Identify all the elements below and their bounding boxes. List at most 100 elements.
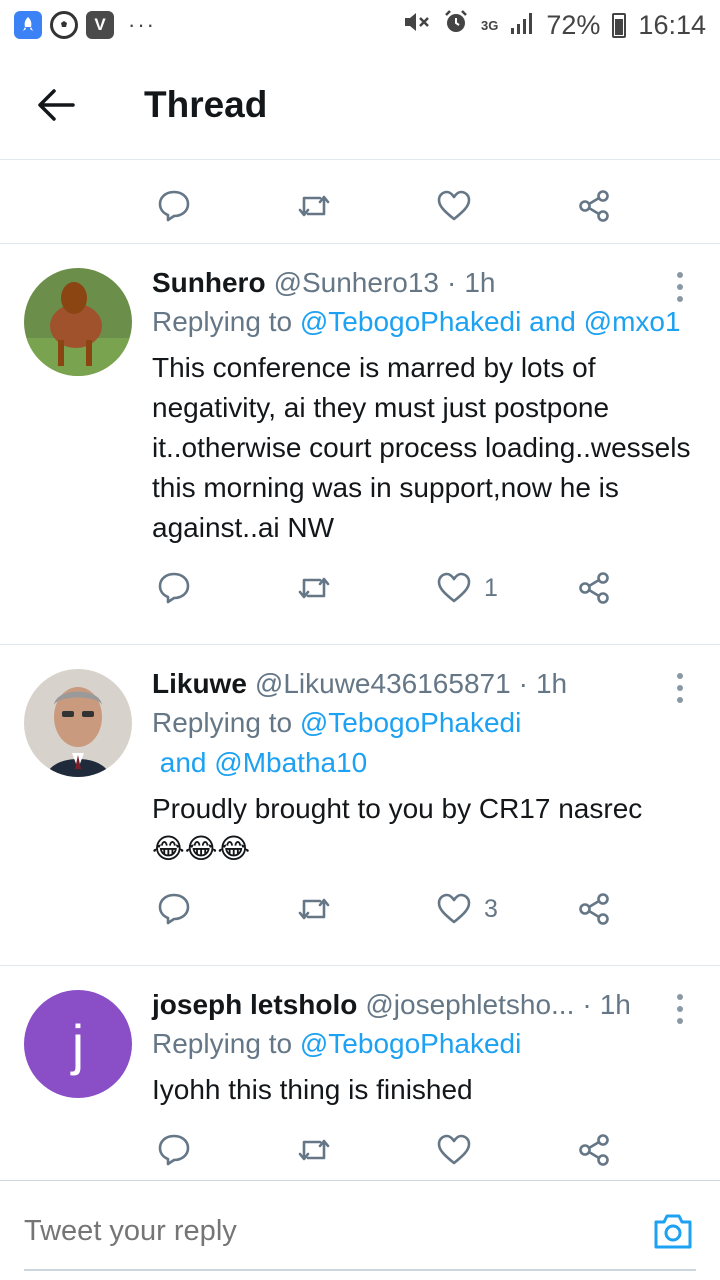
retweet-button[interactable] <box>296 1130 332 1170</box>
tweet-actions <box>0 160 720 244</box>
share-button[interactable] <box>576 889 612 929</box>
arrow-left-icon <box>38 88 75 121</box>
mention-joiner: and <box>521 306 584 337</box>
reply-icon <box>158 572 190 604</box>
display-name[interactable]: Sunhero <box>152 264 266 302</box>
mention-link[interactable]: @TebogoPhakedi <box>300 707 521 738</box>
mention-link[interactable]: @Mbatha10 <box>214 747 367 778</box>
tweet-actions: 1 <box>152 548 700 644</box>
retweet-button[interactable] <box>296 186 332 226</box>
more-notifications-icon: ··· <box>128 12 156 37</box>
v-app-icon: V <box>86 11 114 39</box>
tweet-text: This conference is marred by lots of neg… <box>152 352 691 543</box>
signal-icon <box>510 10 534 41</box>
reply-button[interactable] <box>156 1130 192 1170</box>
replying-prefix: Replying to <box>152 1028 300 1059</box>
tweet-actions: 3 <box>152 869 700 965</box>
user-handle: @Likuwe436165871 <box>254 668 511 699</box>
camera-icon <box>654 1214 692 1249</box>
avatar[interactable] <box>24 669 132 777</box>
separator: · <box>582 989 592 1020</box>
reply-button[interactable] <box>156 568 192 608</box>
reply-input[interactable] <box>24 1193 624 1269</box>
like-button[interactable]: 1 <box>436 568 498 608</box>
alarm-icon <box>443 9 469 42</box>
emoji: 😂😂😂 <box>152 833 251 864</box>
network-type: 3G <box>481 17 499 33</box>
reply-button[interactable] <box>156 186 192 226</box>
share-button[interactable] <box>576 186 612 226</box>
avatar[interactable] <box>24 268 132 376</box>
input-underline <box>24 1269 696 1271</box>
heart-icon <box>437 190 471 221</box>
share-button[interactable] <box>576 1130 612 1170</box>
more-options-icon[interactable] <box>670 272 690 302</box>
separator: · <box>518 668 528 699</box>
back-button[interactable] <box>0 50 112 160</box>
tweet[interactable]: Sunhero @Sunhero13 · 1h Replying to @Teb… <box>0 244 720 645</box>
replying-to: Replying to @TebogoPhakedi <box>152 1024 700 1064</box>
retweet-button[interactable] <box>296 889 332 929</box>
mute-icon <box>403 9 431 42</box>
reply-icon <box>158 190 190 222</box>
like-count: 1 <box>484 573 498 602</box>
soccer-ball-icon <box>50 11 78 39</box>
retweet-icon <box>298 898 330 920</box>
reply-icon <box>158 893 190 925</box>
page-title: Thread <box>144 83 268 125</box>
timestamp: 1h <box>599 989 631 1020</box>
mention-link[interactable]: @TebogoPhakedi <box>300 306 521 337</box>
display-name[interactable]: joseph letsholo <box>152 986 357 1024</box>
separator: · <box>447 267 457 298</box>
retweet-icon <box>298 577 330 599</box>
timestamp: 1h <box>535 668 568 699</box>
user-handle: @josephletsho... <box>365 989 575 1020</box>
share-icon <box>579 1134 609 1166</box>
tweet-text: Iyohh this thing is finished <box>152 1074 473 1105</box>
tweet[interactable]: Likuwe @Likuwe436165871 · 1h Replying to… <box>0 645 720 966</box>
avatar[interactable]: j <box>24 990 132 1098</box>
replying-to: Replying to @TebogoPhakedi and @Mbatha10 <box>152 703 700 783</box>
avatar-letter: j <box>71 1012 85 1076</box>
replying-prefix: Replying to <box>152 306 300 337</box>
retweet-icon <box>298 195 330 217</box>
retweet-button[interactable] <box>296 568 332 608</box>
share-icon <box>579 190 609 222</box>
reply-icon <box>158 1134 190 1166</box>
more-options-icon[interactable] <box>670 994 690 1024</box>
retweet-icon <box>298 1139 330 1161</box>
share-button[interactable] <box>576 568 612 608</box>
thread-feed[interactable]: Sunhero @Sunhero13 · 1h Replying to @Teb… <box>0 160 720 1180</box>
replying-to: Replying to @TebogoPhakedi and @mxo1 <box>152 302 700 342</box>
rocket-app-icon <box>14 11 42 39</box>
timestamp: 1h <box>464 267 496 298</box>
share-icon <box>579 572 609 604</box>
share-icon <box>579 893 609 925</box>
like-count: 3 <box>484 894 498 923</box>
tweet[interactable]: j joseph letsholo @josephletsho... · 1h … <box>0 966 720 1180</box>
heart-icon <box>437 893 471 924</box>
display-name[interactable]: Likuwe <box>152 665 247 703</box>
like-button[interactable] <box>436 186 472 226</box>
app-header: Thread <box>0 50 720 160</box>
like-button[interactable] <box>436 1130 472 1170</box>
mention-link[interactable]: @TebogoPhakedi <box>300 1028 521 1059</box>
clock: 16:14 <box>638 9 706 40</box>
mention-link[interactable]: @mxo1 <box>584 306 681 337</box>
replying-prefix: Replying to <box>152 707 300 738</box>
reply-composer <box>0 1180 720 1280</box>
battery-icon <box>612 12 627 38</box>
tweet-actions <box>152 1110 700 1180</box>
reply-button[interactable] <box>156 889 192 929</box>
heart-icon <box>437 572 471 603</box>
user-handle: @Sunhero13 <box>273 267 439 298</box>
status-bar: V ··· 3G 72% 16:14 <box>0 0 720 50</box>
more-options-icon[interactable] <box>670 673 690 703</box>
mention-joiner: and <box>152 747 215 778</box>
battery-percent: 72% <box>546 9 601 40</box>
heart-icon <box>437 1134 471 1165</box>
tweet-text: Proudly brought to you by CR17 nasrec 😂😂… <box>152 789 700 869</box>
camera-button[interactable] <box>652 1211 694 1251</box>
tweet-text-content: Proudly brought to you by CR17 nasrec <box>152 793 643 824</box>
like-button[interactable]: 3 <box>436 889 498 929</box>
